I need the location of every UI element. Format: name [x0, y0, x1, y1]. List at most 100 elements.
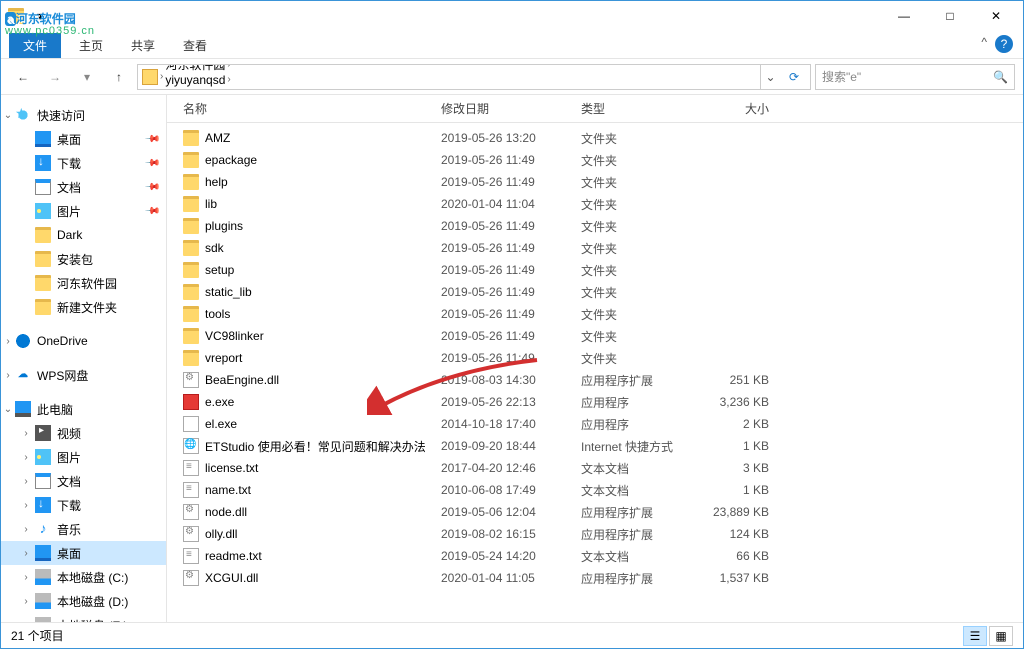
expand-icon[interactable]: ›: [21, 428, 31, 439]
sidebar-item[interactable]: 桌面📌: [1, 127, 166, 151]
expand-icon[interactable]: ›: [21, 524, 31, 535]
navigation-pane: ⌄ 快速访问 桌面📌下载📌文档📌图片📌Dark安装包河东软件园新建文件夹 › O…: [1, 95, 167, 622]
expand-icon[interactable]: ›: [21, 452, 31, 463]
column-type[interactable]: 类型: [575, 100, 695, 117]
file-row[interactable]: help2019-05-26 11:49文件夹: [167, 171, 1023, 193]
file-row[interactable]: sdk2019-05-26 11:49文件夹: [167, 237, 1023, 259]
sidebar-wps[interactable]: › ☁ WPS网盘: [1, 363, 166, 387]
column-size[interactable]: 大小: [695, 100, 775, 117]
file-date: 2019-08-03 14:30: [435, 373, 575, 387]
sidebar-item[interactable]: Dark: [1, 223, 166, 247]
sidebar-item[interactable]: ›本地磁盘 (C:): [1, 565, 166, 589]
file-row[interactable]: name.txt2010-06-08 17:49文本文档1 KB: [167, 479, 1023, 501]
file-row[interactable]: VC98linker2019-05-26 11:49文件夹: [167, 325, 1023, 347]
expand-icon[interactable]: ›: [21, 596, 31, 607]
file-row[interactable]: olly.dll2019-08-02 16:15应用程序扩展124 KB: [167, 523, 1023, 545]
file-row[interactable]: AMZ2019-05-26 13:20文件夹: [167, 127, 1023, 149]
file-row[interactable]: e.exe2019-05-26 22:13应用程序3,236 KB: [167, 391, 1023, 413]
breadcrumb-segment[interactable]: 河东软件园 ›: [165, 64, 258, 73]
sidebar-item[interactable]: ›视频: [1, 421, 166, 445]
star-icon: [15, 107, 31, 123]
sidebar-item[interactable]: ›图片: [1, 445, 166, 469]
sidebar-item[interactable]: ›音乐: [1, 517, 166, 541]
sidebar-item[interactable]: 新建文件夹: [1, 295, 166, 319]
expand-icon[interactable]: ›: [3, 370, 13, 381]
file-name: olly.dll: [205, 527, 237, 541]
sidebar-item[interactable]: ›文档: [1, 469, 166, 493]
ribbon-tab-home[interactable]: 主页: [65, 33, 117, 58]
qat-properties-icon[interactable]: [5, 5, 27, 27]
sidebar-item[interactable]: ›本地磁盘 (D:): [1, 589, 166, 613]
sidebar-item[interactable]: ›下载: [1, 493, 166, 517]
expand-icon[interactable]: ›: [21, 500, 31, 511]
sidebar-item[interactable]: 河东软件园: [1, 271, 166, 295]
sidebar-item[interactable]: 图片📌: [1, 199, 166, 223]
maximize-button[interactable]: □: [927, 1, 973, 31]
onedrive-icon: [15, 333, 31, 349]
ribbon-tab-view[interactable]: 查看: [169, 33, 221, 58]
nav-back-button[interactable]: ←: [9, 63, 37, 91]
folder-icon: [142, 69, 158, 85]
breadcrumb-segment[interactable]: yiyuyanqsd ›: [165, 73, 258, 87]
sidebar-item[interactable]: ›本地磁盘 (E:): [1, 613, 166, 622]
file-row[interactable]: el.exe2014-10-18 17:40应用程序2 KB: [167, 413, 1023, 435]
view-icons-button[interactable]: ▦: [989, 626, 1013, 646]
breadcrumb-segment[interactable]: yiyuyan_145748 ›: [165, 87, 258, 90]
help-icon[interactable]: ?: [995, 35, 1013, 53]
file-icon: [183, 570, 199, 586]
file-icon: [183, 196, 199, 212]
column-name[interactable]: 名称: [177, 100, 435, 117]
pc-icon: [15, 401, 31, 417]
expand-icon[interactable]: ›: [3, 336, 13, 347]
file-row[interactable]: ETStudio 使用必看！常见问题和解决办法2019-09-20 18:44I…: [167, 435, 1023, 457]
file-row[interactable]: XCGUI.dll2020-01-04 11:05应用程序扩展1,537 KB: [167, 567, 1023, 589]
file-date: 2014-10-18 17:40: [435, 417, 575, 431]
minimize-button[interactable]: —: [881, 1, 927, 31]
expand-icon[interactable]: ›: [21, 548, 31, 559]
file-icon: [183, 174, 199, 190]
file-row[interactable]: lib2020-01-04 11:04文件夹: [167, 193, 1023, 215]
sidebar-this-pc[interactable]: ⌄ 此电脑: [1, 397, 166, 421]
file-row[interactable]: vreport2019-05-26 11:49文件夹: [167, 347, 1023, 369]
sidebar-quick-access[interactable]: ⌄ 快速访问: [1, 103, 166, 127]
sidebar-item[interactable]: 文档📌: [1, 175, 166, 199]
sidebar-onedrive[interactable]: › OneDrive: [1, 329, 166, 353]
ribbon-tab-file[interactable]: 文件: [9, 33, 61, 58]
expand-icon[interactable]: ›: [21, 476, 31, 487]
file-row[interactable]: node.dll2019-05-06 12:04应用程序扩展23,889 KB: [167, 501, 1023, 523]
file-date: 2019-05-26 13:20: [435, 131, 575, 145]
close-button[interactable]: ✕: [973, 1, 1019, 31]
refresh-icon[interactable]: ⟳: [782, 70, 806, 84]
address-dropdown-icon[interactable]: ⌄: [760, 65, 780, 89]
file-row[interactable]: setup2019-05-26 11:49文件夹: [167, 259, 1023, 281]
column-date[interactable]: 修改日期: [435, 100, 575, 117]
nav-up-button[interactable]: ↑: [105, 63, 133, 91]
file-row[interactable]: BeaEngine.dll2019-08-03 14:30应用程序扩展251 K…: [167, 369, 1023, 391]
sidebar-item[interactable]: 安装包: [1, 247, 166, 271]
ribbon-tab-share[interactable]: 共享: [117, 33, 169, 58]
view-details-button[interactable]: ☰: [963, 626, 987, 646]
sidebar-item[interactable]: ›桌面: [1, 541, 166, 565]
file-row[interactable]: readme.txt2019-05-24 14:20文本文档66 KB: [167, 545, 1023, 567]
expand-icon[interactable]: ⌄: [3, 110, 13, 121]
file-row[interactable]: tools2019-05-26 11:49文件夹: [167, 303, 1023, 325]
file-row[interactable]: epackage2019-05-26 11:49文件夹: [167, 149, 1023, 171]
sidebar-item[interactable]: 下载📌: [1, 151, 166, 175]
file-row[interactable]: license.txt2017-04-20 12:46文本文档3 KB: [167, 457, 1023, 479]
expand-icon[interactable]: ›: [21, 572, 31, 583]
column-headers: 名称 修改日期 类型 大小: [167, 95, 1023, 123]
file-row[interactable]: plugins2019-05-26 11:49文件夹: [167, 215, 1023, 237]
file-size: 66 KB: [695, 549, 775, 563]
ribbon-collapse-icon[interactable]: ^: [981, 35, 987, 49]
expand-icon[interactable]: ⌄: [3, 404, 13, 415]
nav-forward-button[interactable]: →: [41, 63, 69, 91]
nav-history-dropdown[interactable]: ▾: [73, 63, 101, 91]
file-name: epackage: [205, 153, 257, 167]
wps-icon: ☁: [15, 367, 31, 383]
search-input[interactable]: 搜索"e" 🔍: [815, 64, 1015, 90]
expand-icon[interactable]: ›: [21, 620, 31, 623]
qat-dropdown-icon[interactable]: ▾: [29, 5, 51, 27]
breadcrumb-bar[interactable]: › 此电脑 ›桌面 ›河东软件园 ›yiyuyanqsd ›yiyuyan_14…: [137, 64, 811, 90]
file-row[interactable]: static_lib2019-05-26 11:49文件夹: [167, 281, 1023, 303]
file-icon: [183, 328, 199, 344]
